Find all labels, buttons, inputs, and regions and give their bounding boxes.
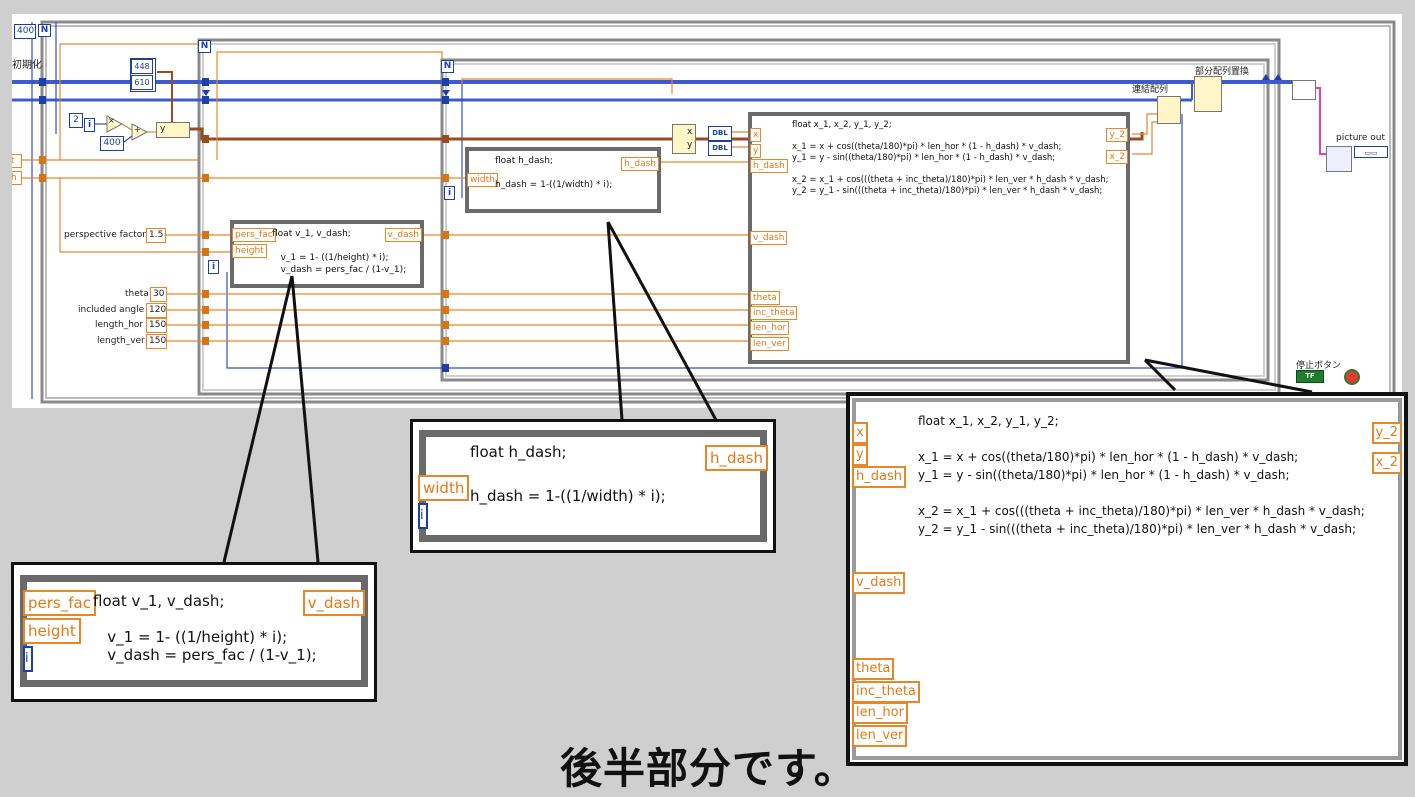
zoom-v-code: float v_1, v_dash; v_1 = 1- ((1/height) … [93,592,317,664]
slide-caption: 後半部分です。 [560,744,857,793]
zoom-xy-input-x: x [852,422,868,444]
zoom-xy-input-hdash: h_dash [852,466,906,488]
zoom-v-input-height: height [23,618,81,644]
zoom-formula-xy: x y h_dash v_dash theta inc_theta len_ho… [852,398,1402,760]
zoom-box-v: pers_fac height i v_dash float v_1, v_da… [11,562,377,702]
zoom-xy-code: float x_1, x_2, y_1, y_2; x_1 = x + cos(… [918,414,1365,536]
zoom-xy-input-lenver: len_ver [852,725,908,747]
zoom-box-h: width i h_dash float h_dash; h_dash = 1-… [410,419,776,553]
zoom-h-i-terminal: i [418,503,428,529]
zoom-xy-input-lenhor: len_hor [852,702,908,724]
zoom-xy-output-y2: y_2 [1371,422,1402,444]
zoom-box-xy: x y h_dash v_dash theta inc_theta len_ho… [846,392,1408,766]
zoom-xy-output-x2: x_2 [1371,452,1402,474]
zoom-v-i-terminal: i [23,646,33,672]
zoom-xy-input-vdash: v_dash [852,572,906,594]
zoom-xy-input-y: y [852,444,868,466]
zoom-v-input-pers: pers_fac [23,590,96,616]
zoom-xy-input-theta: theta [852,658,895,680]
zoom-formula-h: width i h_dash float h_dash; h_dash = 1-… [418,430,768,542]
zoom-formula-v: pers_fac height i v_dash float v_1, v_da… [20,575,368,687]
zoom-xy-input-inctheta: inc_theta [852,681,920,703]
zoom-h-code: float h_dash; h_dash = 1-((1/width) * i)… [470,443,666,505]
zoom-h-output: h_dash [704,445,768,471]
zoom-h-input-width: width [418,475,470,501]
